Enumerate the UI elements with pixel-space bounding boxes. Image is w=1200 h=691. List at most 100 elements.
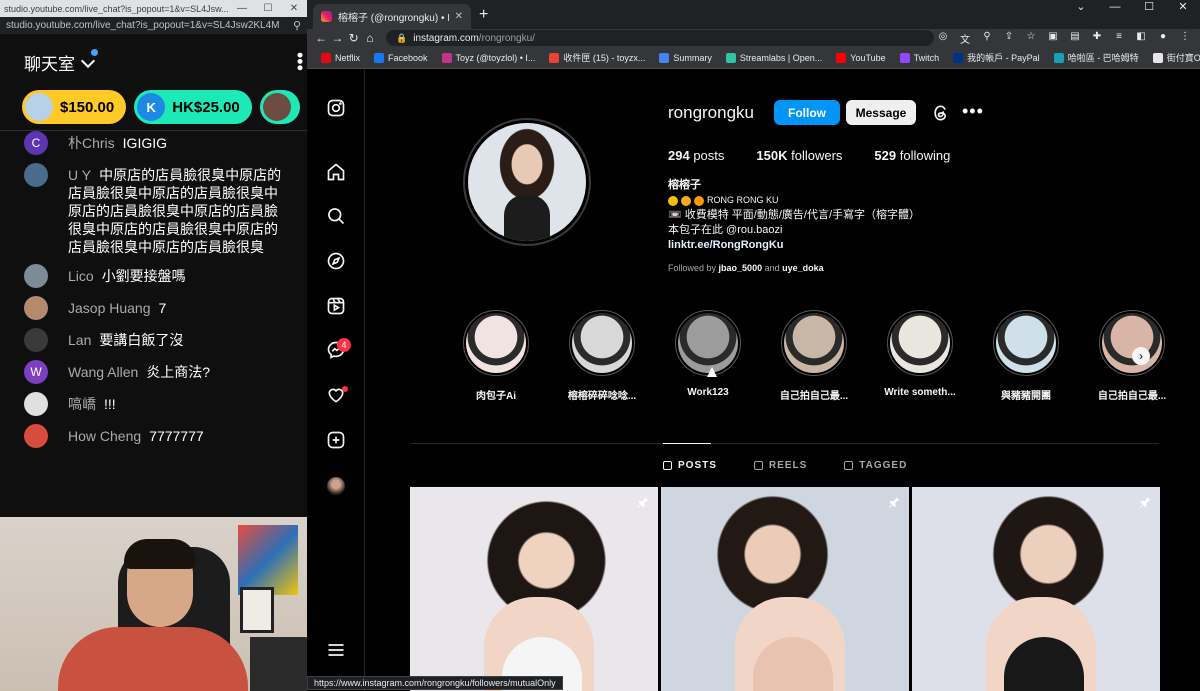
story-highlight[interactable]: 榕榕碎碎唸唸... xyxy=(549,310,655,402)
story-highlight[interactable]: Write someth... xyxy=(867,310,973,402)
avatar[interactable] xyxy=(24,392,48,416)
chat-author[interactable]: Jasop Huang xyxy=(68,300,151,316)
chat-url-bar[interactable]: studio.youtube.com/live_chat?is_popout=1… xyxy=(0,17,307,34)
tab-reels[interactable]: REELS xyxy=(753,460,807,471)
tab-posts[interactable]: POSTS xyxy=(663,460,717,471)
create-icon[interactable] xyxy=(324,428,348,452)
extension-icon[interactable]: ▣ xyxy=(1044,31,1062,46)
chevron-down-icon[interactable] xyxy=(81,49,98,69)
chevron-down-icon[interactable]: ⌄ xyxy=(1064,0,1098,16)
reload-icon[interactable]: ↻ xyxy=(346,31,362,45)
back-icon[interactable]: ← xyxy=(313,31,329,45)
puzzle-icon[interactable]: ✚ xyxy=(1088,31,1106,46)
post-thumbnail[interactable] xyxy=(661,487,909,691)
instagram-logo-icon[interactable] xyxy=(324,96,348,120)
chat-author[interactable]: U Y xyxy=(68,167,91,183)
share-icon[interactable]: ⇪ xyxy=(1000,31,1018,46)
menu-icon[interactable]: ⋮ xyxy=(1176,31,1194,46)
translate-icon[interactable]: 文 xyxy=(956,31,974,46)
chevron-right-icon[interactable]: › xyxy=(1132,347,1150,365)
followed-by[interactable]: Followed by jbao_5000 and uye_doka xyxy=(668,261,920,276)
avatar[interactable] xyxy=(24,328,48,352)
avatar[interactable] xyxy=(24,163,48,187)
message-button[interactable]: Message xyxy=(846,100,916,125)
chat-author[interactable]: 朴Chris xyxy=(68,135,115,151)
forward-icon[interactable]: → xyxy=(329,31,345,45)
avatar[interactable] xyxy=(327,477,345,495)
bookmark-item[interactable]: Streamlabs | Open... xyxy=(725,52,822,63)
followers-link[interactable]: 150K followers xyxy=(756,148,842,163)
more-options-icon[interactable]: ••• xyxy=(290,52,307,71)
close-tab-icon[interactable]: ✕ xyxy=(455,11,463,22)
maximize-icon[interactable]: ☐ xyxy=(255,3,281,14)
bookmark-item[interactable]: 收件匣 (15) - toyzx... xyxy=(549,51,645,64)
highlight-cover xyxy=(890,313,950,373)
extension-icon[interactable]: ▤ xyxy=(1066,31,1084,46)
avatar[interactable] xyxy=(24,424,48,448)
tab-title: 榕榕子 (@rongrongku) • Instag... xyxy=(338,13,449,24)
home-icon[interactable] xyxy=(324,160,348,184)
new-tab-icon[interactable]: + xyxy=(479,6,488,24)
more-options-icon[interactable]: ••• xyxy=(962,102,984,120)
explore-icon[interactable] xyxy=(324,249,348,273)
chat-author[interactable]: How Cheng xyxy=(68,428,141,444)
bookmark-item[interactable]: Netflix xyxy=(321,52,360,63)
maximize-icon[interactable]: ☐ xyxy=(1132,0,1166,16)
bookmark-item[interactable]: Twitch xyxy=(899,52,939,63)
bookmark-item[interactable]: Toyz (@toyzlol) • I... xyxy=(441,52,535,63)
post-thumbnail[interactable] xyxy=(410,487,658,691)
profile-icon[interactable]: ● xyxy=(1154,31,1172,46)
zoom-icon[interactable]: ⚲ xyxy=(978,31,996,46)
highlight-ring xyxy=(887,310,953,376)
browser-tab-instagram[interactable]: 榕榕子 (@rongrongku) • Instag... ✕ xyxy=(313,4,471,29)
bookmark-item[interactable]: 街付寶O'Pay電子支... xyxy=(1152,51,1200,64)
home-icon[interactable]: ⌂ xyxy=(362,31,378,45)
close-icon[interactable]: ✕ xyxy=(281,3,307,14)
reading-list-icon[interactable]: ≡ xyxy=(1110,31,1128,46)
avatar[interactable] xyxy=(24,296,48,320)
avatar[interactable]: C xyxy=(24,131,48,155)
reels-icon[interactable] xyxy=(324,294,348,318)
zoom-icon[interactable]: ⚲ xyxy=(293,19,301,32)
story-highlight[interactable]: Work123 xyxy=(655,310,761,402)
superchat-chip[interactable]: $150.00 xyxy=(22,90,127,124)
avatar[interactable]: W xyxy=(24,360,48,384)
threads-icon[interactable] xyxy=(931,103,951,123)
bookmark-star-icon[interactable]: ☆ xyxy=(1022,31,1040,46)
address-bar[interactable]: 🔒 instagram.com/rongrongku/ xyxy=(386,30,934,46)
follow-button[interactable]: Follow xyxy=(774,100,840,125)
chat-title: 聊天室 xyxy=(24,54,75,74)
bookmark-item[interactable]: Summary xyxy=(659,52,712,63)
story-highlight[interactable]: 自己拍自己最... xyxy=(761,310,867,402)
superchat-chip[interactable]: K HK$25.00 xyxy=(134,90,252,124)
side-panel-icon[interactable]: ◧ xyxy=(1132,31,1150,46)
chat-author[interactable]: Wang Allen xyxy=(68,364,138,380)
chat-author[interactable]: 嗃嶠 xyxy=(68,396,96,412)
minimize-icon[interactable]: — xyxy=(1098,0,1132,16)
profile-avatar[interactable] xyxy=(463,118,591,246)
post-thumbnail[interactable] xyxy=(912,487,1160,691)
avatar[interactable] xyxy=(24,264,48,288)
chat-text: !!! xyxy=(104,396,116,412)
mouse-cursor-icon xyxy=(707,367,717,377)
bookmark-item[interactable]: Facebook xyxy=(374,52,428,63)
chat-message-list[interactable]: C 朴Chris IGIGIG U Y 中原店的店員臉很臭中原店的店員臉很臭中原店的店員… xyxy=(0,131,307,521)
following-link[interactable]: 529 following xyxy=(874,148,950,163)
display-name: 榕榕子 xyxy=(668,179,701,191)
chat-message: 嗃嶠!!! xyxy=(0,392,307,416)
chat-author[interactable]: Lan xyxy=(68,332,91,348)
bio-link[interactable]: linktr.ee/RongRongKu xyxy=(668,238,920,253)
superchat-chip[interactable] xyxy=(259,90,300,124)
chat-author[interactable]: Lico xyxy=(68,268,94,284)
bookmark-item[interactable]: 我的帳戶 - PayPal xyxy=(953,51,1040,64)
story-highlight[interactable]: 與豬豬開團 xyxy=(973,310,1079,402)
search-icon[interactable] xyxy=(324,204,348,228)
story-highlight[interactable]: 肉包子Ai xyxy=(443,310,549,402)
close-icon[interactable]: ✕ xyxy=(1166,0,1200,16)
tab-tagged[interactable]: TAGGED xyxy=(844,460,907,471)
minimize-icon[interactable]: — xyxy=(229,3,255,14)
bookmark-item[interactable]: 哈啦區 - 巴哈姆特 xyxy=(1053,51,1139,64)
bookmark-item[interactable]: YouTube xyxy=(836,52,886,63)
google-lens-icon[interactable]: ◎ xyxy=(934,31,952,46)
hamburger-menu-icon[interactable] xyxy=(324,638,348,662)
